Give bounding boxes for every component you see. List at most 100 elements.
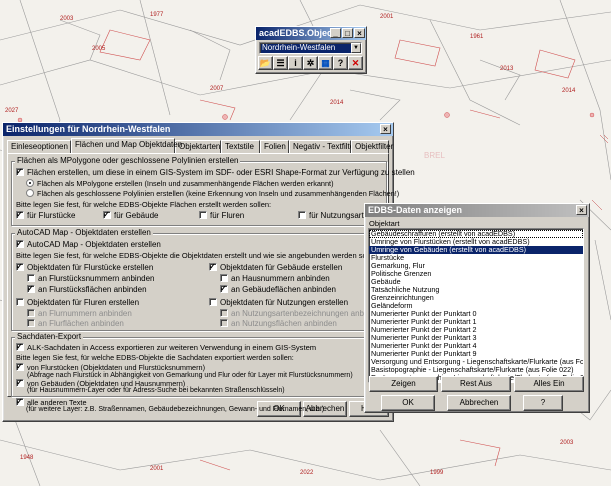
flur-objdata-label: Objektdaten für Fluren erstellen: [27, 298, 140, 307]
checkbox-icon: [220, 319, 228, 327]
flur-area-checkbox[interactable]: an Flurflächen anbinden: [27, 319, 124, 329]
settings-titlebar[interactable]: Einstellungen für Nordrhein-Westfalen ×: [3, 123, 393, 136]
create-areas-checkbox[interactable]: Flächen erstellen, um diese in einem GIS…: [16, 168, 415, 178]
mpolygon-radio[interactable]: Flächen als MPolygone erstellen (Inseln …: [26, 179, 334, 189]
flur-nr-checkbox[interactable]: an Flurnummern anbinden: [27, 309, 132, 319]
list-item[interactable]: Flurstücke: [369, 254, 583, 262]
objektart-listbox[interactable]: Gebäudeschraffuren (erstellt von acadEDB…: [368, 228, 584, 383]
close-button[interactable]: ×: [576, 205, 587, 215]
alk-export-checkbox[interactable]: ALK-Sachdaten in Access exportieren zur …: [16, 343, 316, 353]
cad-parcel-label: 2014: [330, 100, 344, 106]
tab-textstile[interactable]: Textstile: [221, 140, 260, 153]
ok-button[interactable]: OK: [381, 395, 435, 411]
geb-area-checkbox[interactable]: an Gebäudeflächen anbinden: [220, 285, 336, 295]
close-button[interactable]: ×: [380, 124, 391, 134]
state-dropdown-value: Nordrhein-Westfalen: [262, 43, 336, 52]
state-dropdown[interactable]: Nordrhein-Westfalen ▼: [259, 42, 362, 54]
flst-area-label: an Flurstücksflächen anbinden: [38, 285, 147, 294]
delete-icon-button[interactable]: ✕: [348, 56, 363, 70]
folder-icon: 📂: [259, 58, 272, 68]
tab-folien[interactable]: Folien: [260, 140, 289, 153]
list-item[interactable]: Grenzeinrichtungen: [369, 294, 583, 302]
list-item[interactable]: Politische Grenzen: [369, 270, 583, 278]
cad-parcel-label: 1948: [20, 455, 34, 461]
list-icon-button[interactable]: ☰: [273, 56, 288, 70]
areas-gebaeude-checkbox[interactable]: für Gebäude: [103, 211, 158, 221]
close-button[interactable]: ×: [354, 28, 365, 38]
settings-title: Einstellungen für Nordrhein-Westfalen: [6, 124, 171, 134]
list-item[interactable]: Umringe von Flurstücken (erstellt von ac…: [369, 238, 583, 246]
delete-icon: ✕: [351, 58, 360, 68]
radio-icon: [26, 189, 34, 197]
flur-objdata-checkbox[interactable]: Objektdaten für Fluren erstellen: [16, 298, 139, 308]
list-item[interactable]: Gebäude: [369, 278, 583, 286]
minimize-button[interactable]: _: [330, 28, 341, 38]
list-item[interactable]: Basistopographie - Liegenschaftskarte/Fl…: [369, 366, 583, 374]
list-item[interactable]: Numerierter Punkt der Punktart 9: [369, 350, 583, 358]
checkbox-icon: [27, 285, 35, 293]
flst-nr-label: an Flurstücksnummern anbinden: [38, 274, 155, 283]
group-sachdaten-label: Sachdaten-Export: [15, 332, 84, 341]
edbs-data-dialog: EDBS-Daten anzeigen × Objektart Gebäudes…: [364, 203, 590, 413]
cancel-button[interactable]: Abbrechen: [447, 395, 511, 411]
list-item[interactable]: Numerierter Punkt der Punktart 4: [369, 342, 583, 350]
cad-parcel-label: 2027: [5, 108, 19, 114]
areas-fluren-checkbox[interactable]: für Fluren: [199, 211, 244, 221]
gear-icon-button[interactable]: ✲: [303, 56, 318, 70]
help-button[interactable]: ?: [523, 395, 563, 411]
checkbox-icon: [220, 274, 228, 282]
edbs-icon-button[interactable]: ▦: [318, 56, 333, 70]
group2-hint: Bitte legen Sie fest, für welche EDBS-Ob…: [16, 251, 381, 260]
list-item[interactable]: Numerierter Punkt der Punktart 2: [369, 326, 583, 334]
list-item[interactable]: Numerierter Punkt der Punktart 0: [369, 310, 583, 318]
list-item[interactable]: Gemarkung, Flur: [369, 262, 583, 270]
checkbox-icon: [199, 211, 207, 219]
maximize-button[interactable]: □: [342, 28, 353, 38]
cad-parcel-label: 2003: [60, 16, 74, 22]
info-icon-button[interactable]: i: [288, 56, 303, 70]
cad-parcel-label: 2007: [210, 86, 224, 92]
help-icon-button[interactable]: ?: [333, 56, 348, 70]
geb-nr-checkbox[interactable]: an Hausnummern anbinden: [220, 274, 330, 284]
list-item[interactable]: Umringe von Gebäuden (erstellt von acadE…: [369, 246, 583, 254]
list-item[interactable]: Tatsächliche Nutzung: [369, 286, 583, 294]
flst-nr-checkbox[interactable]: an Flurstücksnummern anbinden: [27, 274, 155, 284]
flst-objdata-checkbox[interactable]: Objektdaten für Flurstücke erstellen: [16, 263, 153, 273]
checkbox-icon: [16, 379, 24, 387]
chevron-down-icon[interactable]: ▼: [351, 43, 361, 53]
list-item[interactable]: Numerierter Punkt der Punktart 1: [369, 318, 583, 326]
tab-einleseoptionen[interactable]: Einleseoptionen: [7, 140, 71, 153]
map-create-checkbox[interactable]: AutoCAD Map - Objektdaten erstellen: [16, 240, 161, 250]
show-button[interactable]: Zeigen: [369, 376, 438, 392]
flur-nr-label: an Flurnummern anbinden: [38, 309, 132, 318]
list-item[interactable]: Geländeform: [369, 302, 583, 310]
flst-area-checkbox[interactable]: an Flurstücksflächen anbinden: [27, 285, 147, 295]
nutz-area-checkbox[interactable]: an Nutzungsflächen anbinden: [220, 319, 337, 329]
edbs-icon: ▦: [321, 58, 330, 68]
nutz-nr-checkbox[interactable]: an Nutzungsartenbezeichnungen anbinden: [220, 309, 384, 319]
checkbox-icon: [16, 240, 24, 248]
cad-parcel-label: 2005: [92, 46, 106, 52]
list-item[interactable]: Versorgung und Entsorgung - Liegenschaft…: [369, 358, 583, 366]
geb-area-label: an Gebäudeflächen anbinden: [231, 285, 336, 294]
tab-objektfilter[interactable]: Objektfilter: [351, 140, 393, 153]
group-map-label: AutoCAD Map - Objektdaten erstellen: [15, 228, 153, 237]
areas-flurstuecke-checkbox[interactable]: für Flurstücke: [16, 211, 75, 221]
cad-parcel-label: 2013: [500, 66, 514, 72]
list-item[interactable]: Gebäudeschraffuren (erstellt von acadEDB…: [369, 230, 583, 238]
group-flaechen-label: Flächen als MPolygone oder geschlossene …: [15, 156, 241, 165]
folder-icon-button[interactable]: 📂: [258, 56, 273, 70]
areas-nutzungsarten-checkbox[interactable]: für Nutzungsarten: [298, 211, 373, 221]
tab-flaechen-map[interactable]: Flächen und Map Objektdaten: [71, 138, 182, 153]
tab-negativ-textfilter[interactable]: Negativ - Textfilter: [289, 140, 357, 153]
list-item[interactable]: Numerierter Punkt der Punktart 3: [369, 334, 583, 342]
toolbar-titlebar[interactable]: acadEDBS.Object _ □ ×: [256, 27, 366, 40]
checkbox-icon: [16, 363, 24, 371]
nutz-objdata-checkbox[interactable]: Objektdaten für Nutzungen erstellen: [209, 298, 348, 308]
all-on-button[interactable]: Alles Ein: [514, 376, 584, 392]
geb-objdata-checkbox[interactable]: Objektdaten für Gebäude erstellen: [209, 263, 342, 273]
acadedbs-toolbar-window: acadEDBS.Object _ □ × Nordrhein-Westfale…: [255, 26, 367, 74]
edbs-titlebar[interactable]: EDBS-Daten anzeigen ×: [365, 204, 589, 217]
polyline-radio[interactable]: Flächen als geschlossene Polylinien erst…: [26, 189, 399, 199]
reset-button[interactable]: Rest Aus: [441, 376, 511, 392]
